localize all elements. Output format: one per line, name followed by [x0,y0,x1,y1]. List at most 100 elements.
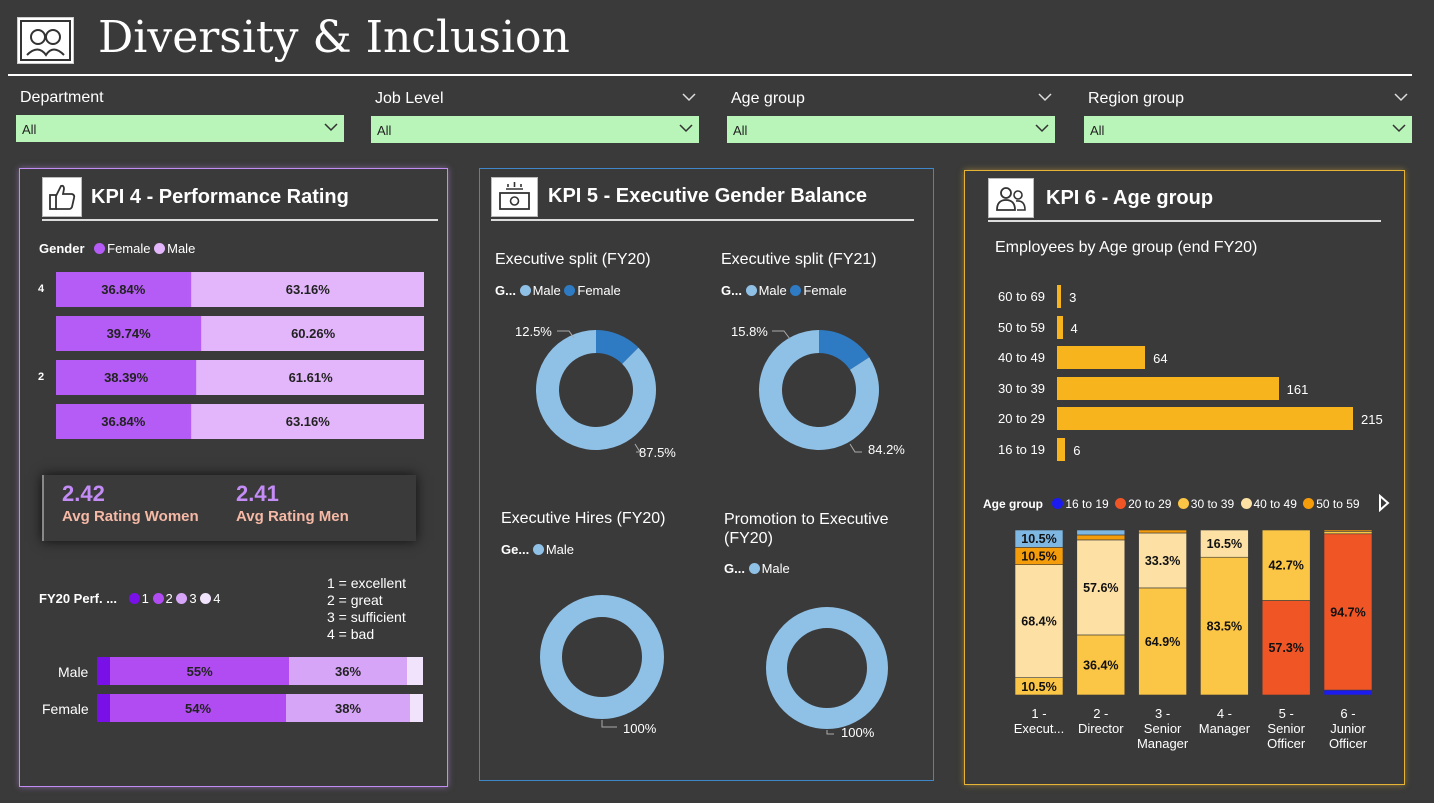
age-bar-value-label: 64 [1153,351,1168,367]
age-bar [1057,315,1063,339]
donut-data-label: 15.8% [731,324,768,339]
rating-by-gender-chart: 4 36.84% 63.16% 39.74% 60.26% 2 38.39% 61.61% 36… [30,272,430,444]
filter-department-dropdown[interactable]: All [16,115,344,142]
legend-item-40-49[interactable]: 40 to 49 [1240,497,1297,511]
perf-category-label: Male [58,664,89,680]
donut-slice-male [766,607,888,729]
age-bar [1057,407,1353,431]
kpi4-title-rule [42,219,438,221]
chevron-down-icon [324,123,338,132]
female-bar-segment: 39.74% [56,316,203,351]
donut-leader-line [601,720,617,728]
stack-data-label: 64.9% [1145,635,1180,649]
exec-hires-fy20-title: Executive Hires (FY20) [501,510,666,527]
exec-split-fy20-donut: 12.5% 87.5% [515,324,676,460]
avg-rating-card: 2.42 Avg Rating Women 2.41 Avg Rating Me… [42,475,416,541]
female-bar-segment: 36.84% [56,404,192,439]
stack-data-label: 83.5% [1207,620,1242,634]
filter-region-group-dropdown[interactable]: All [1084,116,1412,143]
exec-split-fy21-title: Executive split (FY21) [721,251,877,268]
stack-segment-50-to-59 [1138,529,1187,534]
legend-item-female[interactable]: Female [94,241,151,256]
job-level-tick-label: 6 - [1340,706,1355,721]
job-level-tick-label: 2 - [1093,706,1108,721]
job-level-tick-label: 1 - [1031,706,1046,721]
female-bar-segment: 38.39% [56,360,198,395]
avg-rating-men-value: 2.41 [236,481,279,506]
rating-category-label: 2 [38,371,45,383]
legend-item-female[interactable]: Female [564,283,621,298]
chevron-down-icon[interactable] [682,92,696,102]
filter-age-group-dropdown[interactable]: All [727,116,1055,143]
header-divider [8,74,1412,76]
male-bar-segment: 61.61% [197,360,424,395]
header-logo [17,17,74,64]
chevron-down-icon [1392,124,1406,133]
rating-bar-row: 36.84% 63.16% [56,404,424,439]
age-category-label: 20 to 29 [998,411,1045,427]
avg-rating-men-label: Avg Rating Men [236,508,349,525]
promo-exec-legend: G... Male [724,561,790,576]
kpi5-title: KPI 5 - Executive Gender Balance [548,185,868,207]
legend-next-arrow-icon[interactable] [1377,494,1391,512]
age-legend: Age group 16 to 19 20 to 29 30 to 39 40 … [983,497,1360,511]
legend-dot-female [94,243,106,254]
scale-note: 1 = excellent [327,575,406,591]
kpi5-title-rule [491,219,914,221]
legend-item-male[interactable]: Male [745,283,787,298]
stack-data-label: 42.7% [1268,559,1303,573]
legend-item-female[interactable]: Female [790,283,847,298]
donut-leader-line [772,330,791,340]
people-icon [20,20,71,61]
perf-bar-segment-3: 36% [289,657,407,685]
legend-item-male[interactable]: Male [154,241,195,256]
legend-item-30-39[interactable]: 30 to 39 [1177,497,1234,511]
chevron-down-icon[interactable] [1394,92,1408,102]
legend-item-1[interactable]: 1 [128,591,149,606]
age-category-label: 30 to 39 [998,380,1045,396]
rating-bar-row: 38.39% 61.61% [56,360,424,395]
legend-item-male[interactable]: Male [748,561,790,576]
exec-hires-fy20-donut: 100% [540,595,664,736]
thumbs-up-icon [49,184,76,210]
stack-segment-16-to-19 [1323,689,1373,696]
legend-item-50-59[interactable]: 50 to 59 [1303,497,1360,511]
exec-hires-legend: Ge... Male [501,542,574,557]
legend-item-16-19[interactable]: 16 to 19 [1052,497,1109,511]
employees-by-age-chart: 60 to 69 3 50 to 59 4 40 to 49 64 30 to 39 161 2… [990,280,1400,470]
donut-data-label: 87.5% [639,445,676,460]
perf-bar-row: 55% 36% [97,657,423,685]
stack-data-label: 57.3% [1268,641,1303,655]
perf-by-gender-chart: Male 55% 36% Female 54% 38% [30,655,430,725]
job-level-tick-label: Officer [1267,736,1306,751]
legend-item-male[interactable]: Male [519,283,561,298]
age-category-label: 16 to 19 [998,442,1045,457]
female-bar-segment: 36.84% [56,272,192,307]
legend-item-4[interactable]: 4 [200,591,220,606]
stack-segment-60-to-69 [1076,529,1126,536]
filter-job-level-dropdown[interactable]: All [371,116,699,143]
job-level-tick-label: 3 - [1155,706,1170,721]
job-level-tick-label: Senior [1267,721,1305,736]
legend-item-3[interactable]: 3 [176,591,197,606]
job-level-tick-label: Senior [1144,721,1182,736]
perf-bar-segment-4 [409,694,423,722]
age-category-label: 50 to 59 [998,319,1045,335]
legend-item-male[interactable]: Male [532,542,574,557]
filter-department-label: Department [20,89,104,106]
stack-data-label: 57.6% [1083,581,1118,595]
legend-item-20-29[interactable]: 20 to 29 [1115,497,1171,511]
promo-exec-fy20-donut: 100% [766,607,888,740]
exec-split-fy21-legend: G... Male Female [721,283,847,298]
gender-legend: Gender Female Male [39,241,195,256]
stack-data-label: 10.5% [1021,532,1056,546]
age-bar-value-label: 4 [1070,320,1078,336]
male-bar-segment: 63.16% [191,404,424,439]
stack-data-label: 36.4% [1083,658,1118,672]
age-bar-value-label: 161 [1286,381,1309,397]
promo-exec-fy20-title: Promotion to Executive (FY20) [724,511,889,547]
exec-split-fy21-donut: 15.8% 84.2% [731,324,905,457]
chevron-down-icon[interactable] [1038,92,1052,102]
legend-item-2[interactable]: 2 [152,591,173,606]
gender-legend-title: Gender [39,241,85,256]
